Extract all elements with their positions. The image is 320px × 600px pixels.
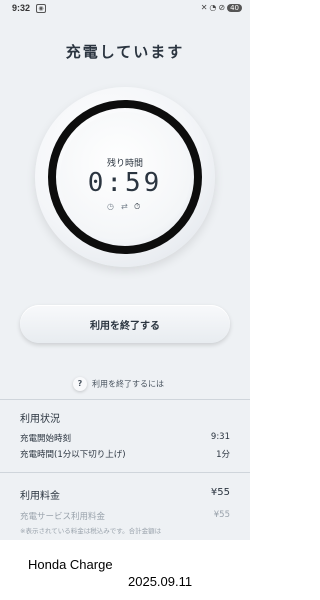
usage-section-title: 利用状況 bbox=[20, 414, 60, 425]
tax-note: ※表示されている料金は税込みです。合計金額は bbox=[20, 527, 162, 535]
charge-duration-label: 充電時間(1分以下切り上げ) bbox=[20, 450, 126, 460]
status-time: 9:32 bbox=[12, 3, 31, 13]
record-icon: ◉ bbox=[36, 4, 46, 13]
service-fee-label: 充電サービス利用料金 bbox=[20, 512, 106, 522]
dnd-icon: ⊘ bbox=[218, 3, 228, 12]
clock-icon: ◷ bbox=[107, 202, 114, 211]
stopwatch-icon: ⏱ bbox=[134, 202, 141, 211]
fees-total-value: ¥55 bbox=[210, 487, 230, 498]
help-link[interactable]: ? 利用を終了するには bbox=[73, 377, 164, 391]
swap-icon: ⇄ bbox=[121, 202, 128, 211]
help-link-label: 利用を終了するには bbox=[92, 379, 164, 389]
charge-duration-value: 1分 bbox=[216, 450, 230, 460]
remaining-time-value: 0:59 bbox=[87, 168, 163, 198]
question-icon: ? bbox=[73, 377, 87, 391]
divider bbox=[0, 472, 250, 473]
start-time-value: 9:31 bbox=[210, 432, 230, 442]
fees-section-title: 利用料金 bbox=[20, 491, 60, 502]
charging-screen: 充電しています 残り時間 0:59 ◷ ⇄ ⏱ 利用を終了する ? 利用を終了する… bbox=[0, 18, 250, 568]
start-time-label: 充電開始時刻 bbox=[20, 434, 72, 444]
timer-mini-icons: ◷ ⇄ ⏱ bbox=[105, 202, 145, 214]
divider bbox=[0, 399, 250, 400]
image-caption: Honda Charge 2025.09.11 bbox=[0, 540, 250, 600]
status-bar: 9:32 ◉ ✕◔⊘ 40 bbox=[0, 0, 250, 18]
status-icons: ✕◔⊘ 40 bbox=[201, 3, 242, 12]
page-title: 充電しています bbox=[65, 43, 185, 61]
end-usage-button[interactable]: 利用を終了する bbox=[20, 305, 230, 343]
caption-title: Honda Charge bbox=[28, 557, 113, 572]
caption-date: 2025.09.11 bbox=[128, 574, 193, 589]
battery-icon: 40 bbox=[227, 4, 242, 12]
service-fee-value: ¥55 bbox=[213, 510, 230, 520]
